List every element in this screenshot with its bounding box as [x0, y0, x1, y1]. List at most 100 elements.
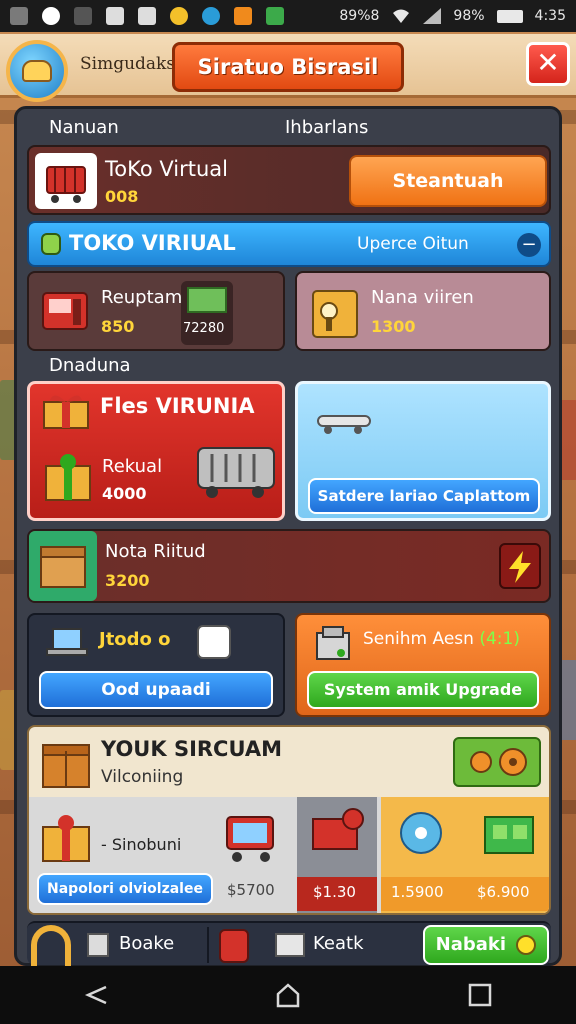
left-upgrade-button[interactable]: Ood upaadi: [39, 671, 273, 709]
orange-app-icon: [234, 7, 252, 25]
camera-icon: [312, 808, 364, 850]
chat-notification-icon: [42, 7, 60, 25]
store-value: 008: [105, 187, 139, 206]
item-a-name: Reuptam,: [101, 287, 188, 308]
banner-toggle-icon[interactable]: −: [517, 233, 541, 257]
green-app-icon: [266, 7, 284, 25]
main-panel: Nanuan Ihbarlans ToKo Virtual 008 Steant…: [14, 106, 562, 967]
item-card-b[interactable]: Nana viiren 1300: [295, 271, 551, 351]
tab-boake-label: Boake: [119, 933, 175, 954]
signal-icon: [423, 8, 442, 24]
wifi-icon: [393, 9, 410, 23]
your-store-section: YOUK SIRCUAM Vilconiing - Sinobuni Napol…: [27, 725, 551, 915]
recents-button[interactable]: [450, 973, 510, 1017]
your-store-subtitle: Vilconiing: [101, 767, 184, 787]
recents-icon: [468, 983, 492, 1007]
shuffle-notification-icon: [74, 7, 92, 25]
store-price-4: $6.900: [477, 883, 530, 901]
price-tile-1[interactable]: $1.30: [297, 797, 377, 913]
title-button[interactable]: Siratuo Bisrasil: [172, 42, 404, 92]
section-label-second: Dnaduna: [49, 355, 131, 376]
notification-icons: [10, 7, 284, 25]
red-card-item-name: Rekual: [102, 456, 163, 477]
nabaki-button[interactable]: Nabaki: [423, 925, 549, 965]
blue-card-button[interactable]: Satdere lariao Caplattom: [308, 478, 540, 514]
upgrade-card-right[interactable]: Senihm Aesn (4:1) System amik Upgrade: [295, 613, 551, 717]
battery-icon: [496, 9, 523, 23]
back-icon: [84, 985, 107, 1005]
tab-divider: [207, 927, 209, 963]
home-button[interactable]: [258, 973, 318, 1017]
left-card-label: Jtodo o: [99, 629, 171, 650]
tab-arch-icon: [31, 925, 71, 967]
section-label-right: Ihbarlans: [285, 117, 369, 138]
nota-name: Nota Riitud: [105, 541, 206, 562]
skateboard-icon: [314, 408, 374, 438]
bus-icon: [190, 440, 280, 500]
cart-icon: [35, 153, 97, 209]
item-a-badge: 72280: [183, 321, 225, 336]
search-icon: [516, 935, 537, 955]
photo-notification-icon: [138, 7, 156, 25]
store-item-label: - Sinobuni: [101, 835, 182, 854]
red-cart-icon: [215, 805, 285, 869]
red-device-icon: [219, 929, 249, 963]
chrome-notification-icon: [170, 7, 188, 25]
tab-keatk-label: Keatk: [313, 933, 364, 954]
store-promo-button[interactable]: Napolori olviolzalee: [37, 873, 213, 905]
gift-icon: [40, 390, 92, 430]
item-b-value: 1300: [371, 317, 416, 336]
item-card-a[interactable]: Reuptam, 850 72280: [27, 271, 285, 351]
close-button[interactable]: ✕: [526, 42, 570, 86]
right-upgrade-button[interactable]: System amik Upgrade: [307, 671, 539, 709]
store-name: ToKo Virtual: [105, 157, 228, 181]
bottom-tab-bar: Boake Keatk Nabaki: [27, 921, 551, 967]
clock: 4:35: [534, 8, 566, 24]
home-icon: [276, 983, 300, 1008]
device-icon: [484, 816, 534, 854]
gift-box-icon: [39, 811, 93, 865]
lightning-icon[interactable]: [499, 543, 541, 589]
cash-register-icon: [39, 283, 91, 337]
notebook-icon: [197, 625, 231, 659]
cash-machine-icon: [313, 623, 353, 663]
shield-notification-icon: [202, 7, 220, 25]
store-action-button[interactable]: Steantuah: [349, 155, 547, 207]
section-label-left: Nanuan: [49, 117, 119, 138]
banner-right-label: Uperce Oitun: [357, 234, 469, 254]
app-notification-icon: [10, 7, 28, 25]
money-icon: 72280: [181, 281, 233, 345]
back-button[interactable]: [66, 973, 126, 1017]
nabaki-label: Nabaki: [435, 934, 507, 955]
tab-boake[interactable]: Boake: [87, 927, 197, 963]
banner-title: TOKO VIRIUAL: [69, 231, 236, 255]
box-icon: [29, 531, 97, 601]
store-price-3: 1.5900: [391, 883, 444, 901]
store-row: ToKo Virtual 008 Steantuah: [27, 145, 551, 215]
store-price-2: $1.30: [313, 883, 356, 901]
battery-percent: 98%: [453, 8, 485, 24]
document-icon: [87, 933, 109, 957]
featured-red-card[interactable]: Fles VIRUNIA Rekual 4000: [27, 381, 285, 521]
featured-blue-card[interactable]: Satdere lariao Caplattom: [295, 381, 551, 521]
price-tile-2[interactable]: 1.5900 $6.900: [381, 797, 549, 913]
system-nav-bar: [0, 966, 576, 1024]
your-store-title: YOUK SIRCUAM: [101, 737, 283, 761]
status-bar: 89%8 98% 4:35: [0, 0, 576, 32]
store-logo-icon[interactable]: [6, 40, 68, 102]
safe-icon: [309, 281, 361, 343]
red-card-title: Fles VIRUNIA: [100, 394, 255, 418]
nota-row[interactable]: Nota Riitud 3200: [27, 529, 551, 603]
book-icon: [41, 233, 61, 255]
status-text: 89%8: [339, 8, 380, 24]
crate-icon: [39, 735, 93, 791]
gear-icon[interactable]: [453, 737, 541, 787]
item-b-name: Nana viiren: [371, 287, 474, 308]
tab-keatk[interactable]: Keatk: [219, 927, 389, 963]
right-card-label-extra: (4:1): [479, 629, 520, 649]
game-notification-icon: [106, 7, 124, 25]
blue-banner[interactable]: TOKO VIRIUAL Uperce Oitun −: [27, 221, 551, 267]
upgrade-card-left[interactable]: Jtodo o Ood upaadi: [27, 613, 285, 717]
app-name: Simgudaks: [80, 54, 176, 74]
newspaper-icon: [275, 933, 305, 957]
